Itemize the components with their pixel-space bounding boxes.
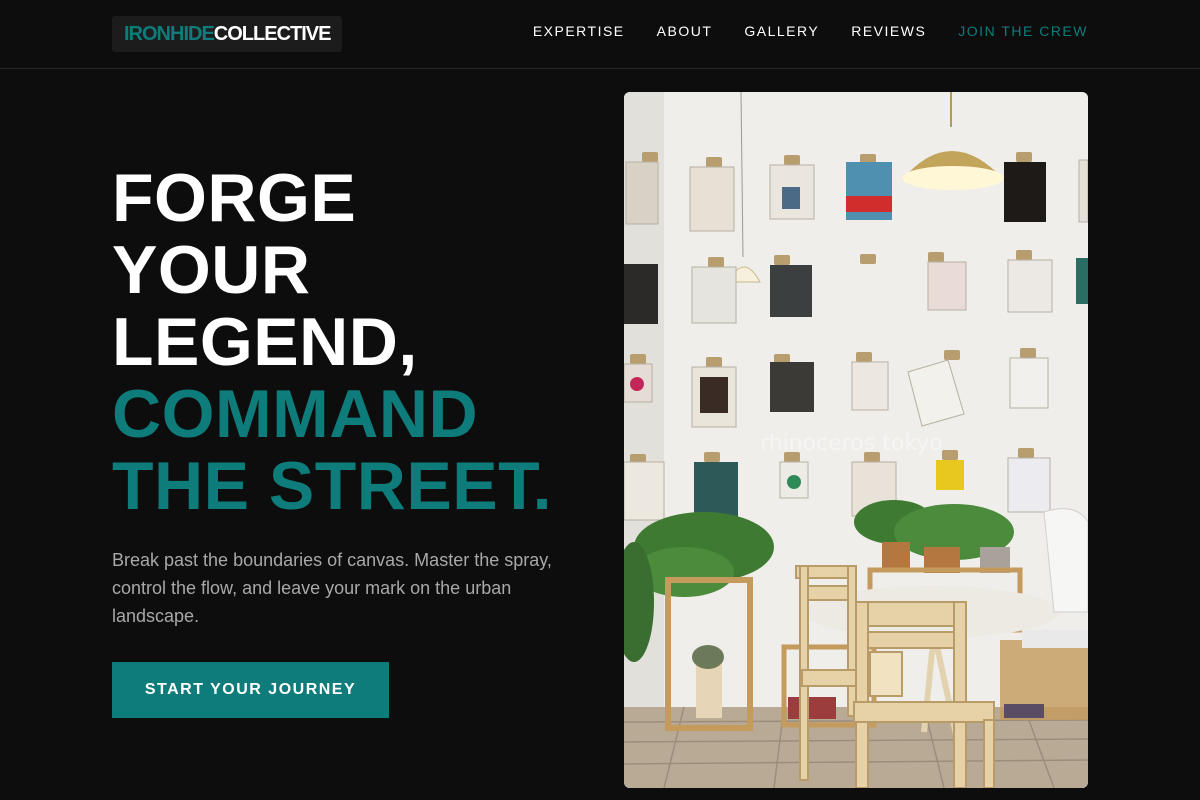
headline-line-1: FORGE [112,160,357,236]
start-your-journey-button[interactable]: START YOUR JOURNEY [112,662,389,718]
hero-description: Break past the boundaries of canvas. Mas… [112,550,552,626]
headline-line-4: COMMAND [112,376,479,452]
logo-part-ironhide: IRONHIDE [124,22,215,45]
nav-link-gallery[interactable]: GALLERY [744,23,819,39]
main-nav: EXPERTISE ABOUT GALLERY REVIEWS JOIN THE… [533,23,1088,39]
hero-headline: FORGE YOUR LEGEND, COMMAND THE STREET. [112,162,552,522]
hero-photo: rhinoceros tokyo [624,92,1088,788]
photo-watermark: rhinoceros tokyo [760,431,943,456]
nav-link-expertise[interactable]: EXPERTISE [533,23,625,39]
headline-line-5: THE STREET. [112,448,552,524]
logo[interactable]: IRONHIDE COLLECTIVE [112,16,343,52]
logo-part-collective: COLLECTIVE [213,22,332,45]
nav-link-about[interactable]: ABOUT [657,23,713,39]
nav-link-reviews[interactable]: REVIEWS [851,23,926,39]
cafe-interior-illustration: rhinoceros tokyo [624,92,1088,788]
site-header: IRONHIDE COLLECTIVE EXPERTISE ABOUT GALLE… [0,0,1200,69]
headline-line-3: LEGEND, [112,304,418,380]
headline-line-2: YOUR [112,232,311,308]
nav-link-join-the-crew[interactable]: JOIN THE CREW [958,23,1088,39]
